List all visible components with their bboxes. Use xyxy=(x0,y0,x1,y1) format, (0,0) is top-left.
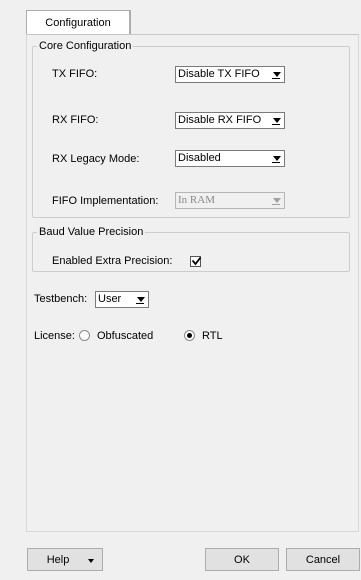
tx-fifo-label: TX FIFO: xyxy=(52,68,98,80)
tab-configuration[interactable]: Configuration xyxy=(26,10,130,34)
license-rtl-radio-icon[interactable] xyxy=(184,330,195,341)
dropdown-arrow-icon[interactable] xyxy=(133,292,148,307)
rx-fifo-label: RX FIFO: xyxy=(52,114,99,126)
tab-divider xyxy=(130,10,131,36)
license-label: License: xyxy=(34,330,75,342)
cancel-button-label: Cancel xyxy=(305,553,341,566)
rx-fifo-value: Disable RX FIFO xyxy=(178,114,262,126)
tx-fifo-select[interactable]: Disable TX FIFO xyxy=(175,66,285,83)
rx-fifo-select[interactable]: Disable RX FIFO xyxy=(175,112,285,129)
dropdown-arrow-icon[interactable] xyxy=(269,113,284,128)
cancel-button[interactable]: Cancel xyxy=(286,548,360,571)
dropdown-arrow-icon[interactable] xyxy=(269,67,284,82)
chevron-down-icon xyxy=(88,559,94,563)
baud-value-precision-legend: Baud Value Precision xyxy=(39,226,144,238)
fifo-implementation-select: In RAM xyxy=(175,192,285,209)
license-obfuscated-radio-icon[interactable] xyxy=(79,330,90,341)
checkmark-icon xyxy=(191,256,202,266)
fifo-implementation-label: FIFO Implementation: xyxy=(52,195,159,207)
fifo-implementation-value: In RAM xyxy=(178,194,215,206)
rx-legacy-mode-value: Disabled xyxy=(178,152,221,164)
rx-legacy-mode-select[interactable]: Disabled xyxy=(175,150,285,167)
testbench-value: User xyxy=(98,293,122,305)
core-configuration-legend: Core Configuration xyxy=(39,40,132,52)
testbench-label: Testbench: xyxy=(34,293,88,305)
tab-strip: Configuration xyxy=(26,10,132,34)
dropdown-arrow-icon[interactable] xyxy=(269,151,284,166)
extra-precision-label: Enabled Extra Precision: xyxy=(52,255,173,267)
license-obfuscated-label: Obfuscated xyxy=(97,330,154,342)
license-rtl-label: RTL xyxy=(202,330,223,342)
ok-button-label: OK xyxy=(234,553,250,566)
help-button[interactable]: Help xyxy=(27,548,103,571)
testbench-select[interactable]: User xyxy=(95,291,149,308)
ok-button[interactable]: OK xyxy=(205,548,279,571)
extra-precision-checkbox[interactable] xyxy=(190,256,202,267)
help-button-label: Help xyxy=(46,553,70,566)
dropdown-arrow-icon xyxy=(269,193,284,208)
rx-legacy-mode-label: RX Legacy Mode: xyxy=(52,153,140,165)
tx-fifo-value: Disable TX FIFO xyxy=(178,68,260,80)
tab-configuration-label: Configuration xyxy=(45,16,111,29)
